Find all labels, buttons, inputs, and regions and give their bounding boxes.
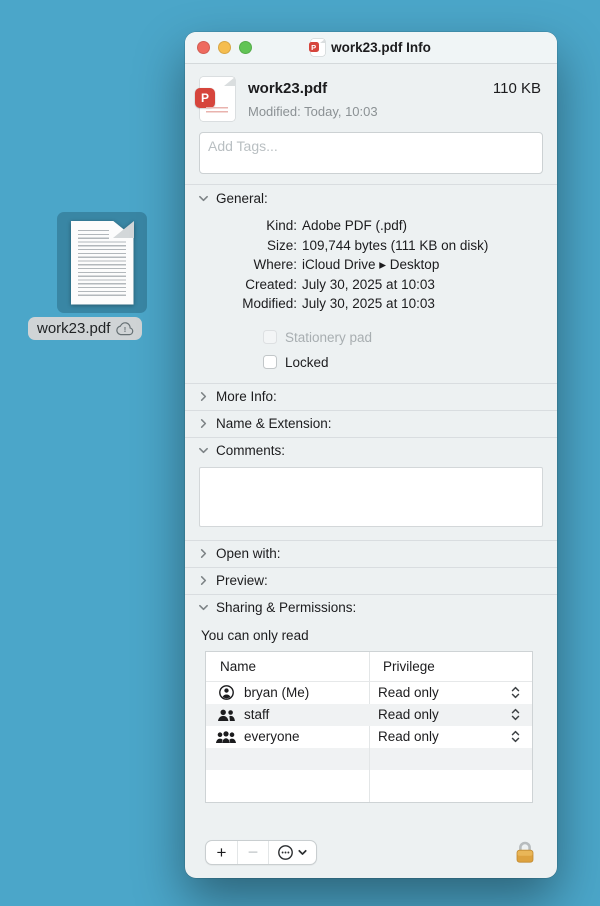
privilege-stepper-icon[interactable] [511, 686, 520, 699]
chevron-down-icon [198, 193, 209, 204]
section-general[interactable]: General: [185, 184, 557, 211]
titlebar[interactable]: P work23.pdf Info [185, 32, 557, 64]
user-name: staff [244, 707, 270, 723]
info-row-created: Created: July 30, 2025 at 10:03 [245, 276, 435, 292]
thumbnail-text-lines [77, 229, 126, 296]
section-name-extension[interactable]: Name & Extension: [185, 409, 557, 437]
desktop-file-label[interactable]: work23.pdf ! [28, 317, 143, 340]
add-user-button[interactable]: + [206, 841, 237, 864]
stationery-pad-label: Stationery pad [285, 329, 373, 345]
section-preview[interactable]: Preview: [185, 566, 557, 594]
table-row[interactable]: staff Read only [206, 703, 532, 726]
pdf-file-icon-small: P [308, 39, 326, 56]
users-two-icon [215, 708, 237, 722]
section-label: Comments: [216, 443, 286, 459]
locked-checkbox[interactable] [263, 355, 277, 370]
users-three-icon [215, 730, 237, 744]
permissions-controls: + − [185, 832, 557, 878]
section-open-with[interactable]: Open with: [185, 539, 557, 567]
privilege-value: Read only [378, 707, 439, 723]
pdf-badge: P [195, 88, 215, 108]
chevron-right-icon [198, 391, 209, 402]
stationery-pad-checkbox [263, 330, 277, 345]
section-label: Open with: [216, 546, 281, 562]
locked-row: Locked [263, 355, 557, 370]
general-info: Kind: Adobe PDF (.pdf) Size: 109,744 byt… [185, 211, 557, 316]
chevron-right-icon [198, 548, 209, 559]
info-row-kind: Kind: Adobe PDF (.pdf) [266, 218, 408, 233]
info-row-where: Where: iCloud Drive ▸ Desktop [253, 257, 440, 273]
permissions-note: You can only read [201, 627, 309, 643]
section-label: More Info: [216, 389, 277, 405]
table-row[interactable]: everyone Read only [206, 726, 532, 748]
section-label: Sharing & Permissions: [216, 600, 357, 616]
user-name: bryan (Me) [244, 685, 310, 701]
section-label: General: [216, 190, 268, 206]
comments-input[interactable] [199, 466, 543, 527]
column-header-privilege[interactable]: Privilege [369, 659, 435, 674]
remove-user-button[interactable]: − [237, 841, 268, 864]
desktop-file-icon[interactable] [57, 212, 147, 313]
section-label: Preview: [216, 573, 268, 589]
chevron-right-icon [198, 575, 209, 586]
chevron-down-icon [198, 602, 209, 613]
chevron-right-icon [198, 418, 209, 429]
file-header: P work23.pdf Modified: Today, 10:03 110 … [185, 64, 557, 121]
section-sharing-permissions[interactable]: Sharing & Permissions: [185, 593, 557, 621]
privilege-value: Read only [378, 729, 439, 745]
add-tags-input[interactable] [199, 132, 543, 174]
pdf-badge: P [308, 42, 319, 52]
privilege-stepper-icon[interactable] [511, 708, 520, 721]
permissions-table: Name Privilege bryan (Me) Read only staf… [205, 650, 533, 803]
info-row-modified: Modified: July 30, 2025 at 10:03 [242, 296, 435, 312]
info-row-size: Size: 109,744 bytes (111 KB on disk) [266, 237, 489, 253]
lock-icon[interactable] [513, 840, 537, 865]
locked-label: Locked [285, 354, 329, 370]
file-size: 110 KB [492, 80, 541, 97]
zoom-button[interactable] [239, 41, 252, 54]
column-header-name[interactable]: Name [206, 659, 369, 674]
permissions-button-group: + − [205, 840, 317, 865]
pdf-thumbnail [70, 220, 134, 305]
user-name: everyone [244, 729, 300, 745]
svg-text:!: ! [124, 325, 127, 334]
cloud-alert-icon: ! [115, 321, 135, 336]
file-modified: Modified: Today, 10:03 [248, 104, 378, 119]
section-label: Name & Extension: [216, 416, 332, 432]
file-label-text: work23.pdf [37, 320, 111, 337]
page-fold-corner [112, 220, 134, 238]
privilege-stepper-icon[interactable] [511, 730, 520, 743]
ellipsis-circle-icon [278, 845, 293, 860]
table-row[interactable]: bryan (Me) Read only [206, 682, 532, 704]
section-comments[interactable]: Comments: [185, 436, 557, 464]
minimize-button[interactable] [218, 41, 231, 54]
file-name: work23.pdf [248, 80, 328, 97]
section-more-info[interactable]: More Info: [185, 382, 557, 410]
chevron-down-icon [298, 849, 307, 855]
privilege-value: Read only [378, 685, 439, 701]
table-header: Name Privilege [206, 652, 532, 682]
close-button[interactable] [197, 41, 210, 54]
get-info-window: P work23.pdf Info P work23.pdf Modified:… [185, 32, 557, 878]
pdf-text-lines [206, 107, 228, 115]
window-title: work23.pdf Info [331, 40, 431, 55]
chevron-down-icon [198, 445, 209, 456]
user-circle-icon [215, 684, 237, 701]
pdf-file-icon-large: P [195, 77, 235, 121]
more-actions-button[interactable] [268, 841, 316, 864]
stationery-pad-row: Stationery pad [263, 330, 557, 345]
